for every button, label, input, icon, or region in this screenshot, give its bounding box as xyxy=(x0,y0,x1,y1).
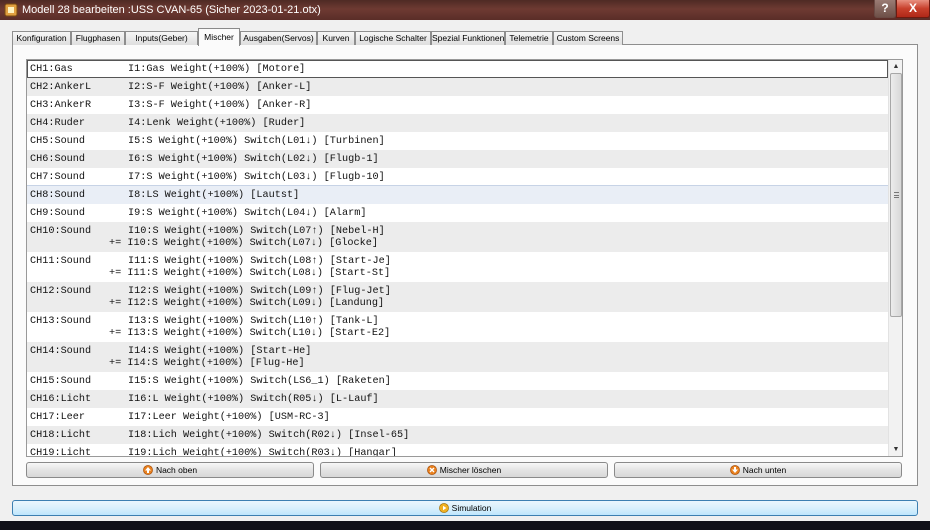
mixer-line: I5:S Weight(+100%) Switch(L01↓) [Turbine… xyxy=(128,136,385,147)
mixer-line: I6:S Weight(+100%) Switch(L02↓) [Flugb-1… xyxy=(128,154,379,165)
window-title: Modell 28 bearbeiten :USS CVAN-65 (Siche… xyxy=(22,4,321,16)
mixer-line: I4:Lenk Weight(+100%) [Ruder] xyxy=(128,118,306,129)
mixer-row-ch3[interactable]: CH3:AnkerR I3:S-F Weight(+100%) [Anker-R… xyxy=(27,96,888,114)
mixer-line: I18:Lich Weight(+100%) Switch(R02↓) [Ins… xyxy=(128,430,410,441)
tab-ausgaben[interactable]: Ausgaben(Servos) xyxy=(240,31,317,45)
mixer-list[interactable]: CH1:Gas I1:Gas Weight(+100%) [Motore] CH… xyxy=(26,59,903,457)
delete-mixer-label: Mischer löschen xyxy=(439,465,502,475)
channel-label: CH1:Gas xyxy=(30,64,73,75)
mixer-line: I7:S Weight(+100%) Switch(L03↓) [Flugb-1… xyxy=(128,172,385,183)
mixer-row-ch19[interactable]: CH19:Licht I19:Lich Weight(+100%) Switch… xyxy=(27,444,888,457)
mixer-line: I12:S Weight(+100%) Switch(L09↑) [Flug-J… xyxy=(128,286,391,297)
delete-icon xyxy=(426,465,437,475)
tab-telemetrie[interactable]: Telemetrie xyxy=(505,31,553,45)
mixer-line: I9:S Weight(+100%) Switch(L04↓) [Alarm] xyxy=(128,208,367,219)
mixer-line: I10:S Weight(+100%) Switch(L07↑) [Nebel-… xyxy=(128,226,385,237)
channel-label: CH18:Licht xyxy=(30,430,92,441)
mixer-line: I16:L Weight(+100%) Switch(R05↓) [L-Lauf… xyxy=(128,394,379,405)
channel-label: CH17:Leer xyxy=(30,412,86,423)
channel-label: CH8:Sound xyxy=(30,190,86,201)
mixer-row-ch2[interactable]: CH2:AnkerL I2:S-F Weight(+100%) [Anker-L… xyxy=(27,78,888,96)
mixer-row-ch11[interactable]: CH11:Sound I11:S Weight(+100%) Switch(L0… xyxy=(27,252,888,282)
tab-inputs[interactable]: Inputs(Geber) xyxy=(125,31,198,45)
mixer-row-ch13[interactable]: CH13:Sound I13:S Weight(+100%) Switch(L1… xyxy=(27,312,888,342)
taskbar-strip xyxy=(0,521,930,530)
tab-kurven[interactable]: Kurven xyxy=(317,31,355,45)
channel-label: CH7:Sound xyxy=(30,172,86,183)
arrow-up-icon xyxy=(143,465,153,475)
channel-label: CH5:Sound xyxy=(30,136,86,147)
tab-spezial-funktionen[interactable]: Spezial Funktionen xyxy=(431,31,505,45)
title-bar[interactable]: Modell 28 bearbeiten :USS CVAN-65 (Siche… xyxy=(0,0,930,20)
arrow-down-icon xyxy=(729,465,740,475)
mixer-line: I1:Gas Weight(+100%) [Motore] xyxy=(128,64,306,75)
mixer-row-ch5[interactable]: CH5:Sound I5:S Weight(+100%) Switch(L01↓… xyxy=(27,132,888,150)
mixer-row-ch16[interactable]: CH16:Licht I16:L Weight(+100%) Switch(R0… xyxy=(27,390,888,408)
channel-label: CH3:AnkerR xyxy=(30,100,92,111)
mixer-row-ch4[interactable]: CH4:Ruder I4:Lenk Weight(+100%) [Ruder] xyxy=(27,114,888,132)
mixer-line: += I12:S Weight(+100%) Switch(L09↓) [Lan… xyxy=(109,298,385,309)
channel-label: CH4:Ruder xyxy=(30,118,86,129)
mixer-line: += I10:S Weight(+100%) Switch(L07↓) [Glo… xyxy=(109,238,378,249)
channel-label: CH13:Sound xyxy=(30,316,92,327)
channel-label: CH15:Sound xyxy=(30,376,92,387)
mixer-row-ch8[interactable]: CH8:Sound I8:LS Weight(+100%) [Lautst] xyxy=(27,185,889,205)
mixer-line: I11:S Weight(+100%) Switch(L08↑) [Start-… xyxy=(128,256,391,267)
tab-custom-screens[interactable]: Custom Screens xyxy=(553,31,623,45)
tab-logische-schalter[interactable]: Logische Schalter xyxy=(355,31,431,45)
tab-konfiguration[interactable]: Konfiguration xyxy=(12,31,71,45)
mixer-row-ch18[interactable]: CH18:Licht I18:Lich Weight(+100%) Switch… xyxy=(27,426,888,444)
channel-label: CH2:AnkerL xyxy=(30,82,92,93)
mixer-line: += I11:S Weight(+100%) Switch(L08↓) [Sta… xyxy=(109,268,391,279)
mixer-line: I13:S Weight(+100%) Switch(L10↑) [Tank-L… xyxy=(128,316,379,327)
scroll-up-button[interactable]: ▲ xyxy=(889,60,903,73)
close-button[interactable]: X xyxy=(896,0,930,18)
channel-label: CH16:Licht xyxy=(30,394,92,405)
tab-flugphasen[interactable]: Flugphasen xyxy=(71,31,125,45)
mixer-line: I2:S-F Weight(+100%) [Anker-L] xyxy=(128,82,312,93)
scrollbar-thumb[interactable] xyxy=(890,73,902,317)
move-up-button[interactable]: Nach oben xyxy=(26,462,314,478)
move-down-button[interactable]: Nach unten xyxy=(614,462,902,478)
channel-label: CH12:Sound xyxy=(30,286,92,297)
simulation-label: Simulation xyxy=(451,503,492,513)
simulation-button[interactable]: Simulation xyxy=(12,500,918,516)
help-button[interactable]: ? xyxy=(874,0,896,18)
mixer-line: I17:Leer Weight(+100%) [USM-RC-3] xyxy=(128,412,330,423)
app-icon xyxy=(4,3,18,17)
mixer-line: I3:S-F Weight(+100%) [Anker-R] xyxy=(128,100,312,111)
mixer-row-ch6[interactable]: CH6:Sound I6:S Weight(+100%) Switch(L02↓… xyxy=(27,150,888,168)
channel-label: CH19:Licht xyxy=(30,448,92,457)
channel-label: CH6:Sound xyxy=(30,154,86,165)
scrollbar-grip-icon xyxy=(894,192,899,198)
tab-mischer[interactable]: Mischer xyxy=(198,28,240,46)
mixer-line: I19:Lich Weight(+100%) Switch(R03↓) [Han… xyxy=(128,448,397,457)
scroll-down-button[interactable]: ▼ xyxy=(889,443,903,456)
mixer-editor-window: Modell 28 bearbeiten :USS CVAN-65 (Siche… xyxy=(0,0,930,530)
channel-label: CH11:Sound xyxy=(30,256,92,267)
mixer-row-ch14[interactable]: CH14:Sound I14:S Weight(+100%) [Start-He… xyxy=(27,342,888,372)
move-up-label: Nach oben xyxy=(155,465,198,475)
move-down-label: Nach unten xyxy=(742,465,787,475)
mixer-line: += I14:S Weight(+100%) [Flug-He] xyxy=(109,358,305,369)
channel-label: CH14:Sound xyxy=(30,346,92,357)
mixer-row-ch7[interactable]: CH7:Sound I7:S Weight(+100%) Switch(L03↓… xyxy=(27,168,888,186)
delete-mixer-button[interactable]: Mischer löschen xyxy=(320,462,608,478)
mixer-line: I8:LS Weight(+100%) [Lautst] xyxy=(128,190,300,201)
mixer-row-ch10[interactable]: CH10:Sound I10:S Weight(+100%) Switch(L0… xyxy=(27,222,888,252)
vertical-scrollbar[interactable]: ▲ ▼ xyxy=(888,60,902,456)
mixer-row-ch9[interactable]: CH9:Sound I9:S Weight(+100%) Switch(L04↓… xyxy=(27,204,888,222)
mixer-line: I14:S Weight(+100%) [Start-He] xyxy=(128,346,312,357)
mixer-row-ch15[interactable]: CH15:Sound I15:S Weight(+100%) Switch(LS… xyxy=(27,372,888,390)
channel-label: CH9:Sound xyxy=(30,208,86,219)
mixer-row-ch17[interactable]: CH17:Leer I17:Leer Weight(+100%) [USM-RC… xyxy=(27,408,888,426)
mixer-line: I15:S Weight(+100%) Switch(LS6_1) [Raket… xyxy=(128,376,391,387)
channel-label: CH10:Sound xyxy=(30,226,92,237)
mixer-row-ch1[interactable]: CH1:Gas I1:Gas Weight(+100%) [Motore] xyxy=(27,60,888,78)
play-icon xyxy=(438,503,449,513)
mixer-line: += I13:S Weight(+100%) Switch(L10↓) [Sta… xyxy=(109,328,391,339)
mixer-row-ch12[interactable]: CH12:Sound I12:S Weight(+100%) Switch(L0… xyxy=(27,282,888,312)
